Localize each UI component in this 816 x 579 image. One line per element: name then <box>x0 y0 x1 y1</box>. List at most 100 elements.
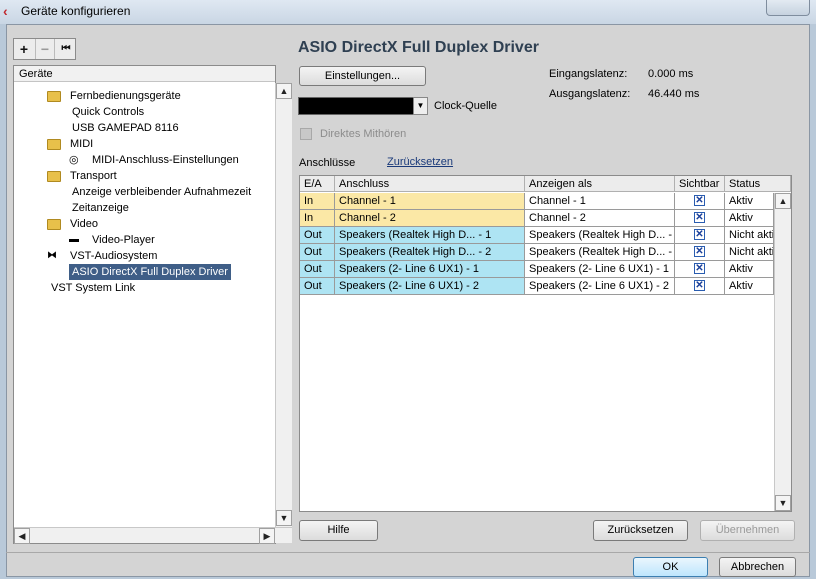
status-cell: Aktiv <box>725 278 774 295</box>
visible-checkbox[interactable]: ✕ <box>694 229 705 240</box>
port-cell: Speakers (2- Line 6 UX1) - 1 <box>335 261 525 278</box>
clock-source-select[interactable] <box>298 97 428 115</box>
port-cell: Speakers (2- Line 6 UX1) - 2 <box>335 278 525 295</box>
close-button[interactable] <box>766 0 810 16</box>
tree-item-label: Quick Controls <box>72 106 145 118</box>
visible-cell[interactable]: ✕ <box>675 278 725 295</box>
ok-button[interactable]: OK <box>633 557 708 577</box>
device-tree: Geräte Fernbedienungsgeräte Quick Control… <box>13 65 292 544</box>
tree-item-label: MIDI <box>70 138 94 150</box>
table-row[interactable]: Out Speakers (2- Line 6 UX1) - 2 Speakers … <box>300 278 774 295</box>
visible-cell[interactable]: ✕ <box>675 261 725 278</box>
tree-item-label: Transport <box>70 170 117 182</box>
folder-icon <box>47 171 61 182</box>
tree-item[interactable]: Fernbedienungsgeräte <box>14 88 275 104</box>
port-cell: Speakers (Realtek High D... - 1 <box>335 227 525 244</box>
io-cell: Out <box>300 261 335 278</box>
tree-item[interactable]: VST System Link <box>14 280 275 296</box>
tree-item-label: Zeitanzeige <box>72 202 129 214</box>
tree-item-label: Video-Player <box>92 234 155 246</box>
io-cell: Out <box>300 244 335 261</box>
column-header-status[interactable]: Status <box>725 176 791 192</box>
scroll-up-icon[interactable]: ▲ <box>276 83 292 99</box>
panel-title: ASIO DirectX Full Duplex Driver <box>298 39 539 56</box>
tree-item[interactable]: Zeitanzeige <box>14 200 275 216</box>
scroll-right-icon[interactable]: ▶ <box>259 528 275 544</box>
port-cell: Channel - 2 <box>335 210 525 227</box>
tree-item[interactable]: Quick Controls <box>14 104 275 120</box>
folder-icon <box>47 219 61 230</box>
show-as-cell[interactable]: Speakers (2- Line 6 UX1) - 2 <box>525 278 675 295</box>
column-header-visible[interactable]: Sichtbar <box>675 176 725 192</box>
tree-item[interactable]: USB GAMEPAD 8116 <box>14 120 275 136</box>
tree-horizontal-scrollbar[interactable]: ◀ ▶ <box>14 527 292 544</box>
scroll-down-icon[interactable]: ▼ <box>775 495 791 511</box>
tree-item[interactable]: Anzeige verbleibender Aufnahmezeit <box>14 184 275 200</box>
direct-monitoring-checkbox[interactable] <box>300 128 312 140</box>
midi-port-icon: ◎ <box>69 154 79 166</box>
show-as-cell[interactable]: Speakers (Realtek High D... - 2 <box>525 244 675 261</box>
port-cell: Speakers (Realtek High D... - 2 <box>335 244 525 261</box>
tree-header: Geräte <box>14 66 275 82</box>
visible-cell[interactable]: ✕ <box>675 227 725 244</box>
column-header-show-as[interactable]: Anzeigen als <box>525 176 675 192</box>
ports-table: E/A Anschluss Anzeigen als Sichtbar Stat… <box>299 175 792 512</box>
tree-item-label: VST-Audiosystem <box>70 250 158 262</box>
output-latency-value: 46.440 ms <box>648 88 700 100</box>
visible-cell[interactable]: ✕ <box>675 244 725 261</box>
scroll-down-icon[interactable]: ▼ <box>276 510 292 526</box>
app-logo-icon: ‹ <box>3 3 8 19</box>
status-cell: Aktiv <box>725 261 774 278</box>
clock-source-label: Clock-Quelle <box>434 100 497 112</box>
tree-item[interactable]: MIDI <box>14 136 275 152</box>
column-header-port[interactable]: Anschluss <box>335 176 525 192</box>
tree-item-label: Anzeige verbleibender Aufnahmezeit <box>72 186 252 198</box>
apply-button[interactable]: Übernehmen <box>700 520 795 541</box>
direct-monitoring-label: Direktes Mithören <box>320 128 407 140</box>
reset-button[interactable]: Zurücksetzen <box>593 520 688 541</box>
tree-item[interactable]: ASIO DirectX Full Duplex Driver <box>14 264 275 280</box>
table-row[interactable]: In Channel - 1 Channel - 1 ✕ Aktiv <box>300 193 774 210</box>
visible-checkbox[interactable]: ✕ <box>694 246 705 257</box>
column-header-io[interactable]: E/A <box>300 176 335 192</box>
scroll-up-icon[interactable]: ▲ <box>775 193 791 209</box>
video-icon: ▬ <box>69 234 79 245</box>
tree-item-label: ASIO DirectX Full Duplex Driver <box>69 264 231 280</box>
table-row[interactable]: Out Speakers (Realtek High D... - 1 Speake… <box>300 227 774 244</box>
table-row[interactable]: In Channel - 2 Channel - 2 ✕ Aktiv <box>300 210 774 227</box>
folder-icon <box>47 91 61 102</box>
table-row[interactable]: Out Speakers (Realtek High D... - 2 Speake… <box>300 244 774 261</box>
remove-device-button[interactable]: − <box>35 39 55 59</box>
tree-vertical-scrollbar[interactable]: ▲ ▼ <box>275 83 292 527</box>
visible-cell[interactable]: ✕ <box>675 193 725 210</box>
tree-item[interactable]: Transport <box>14 168 275 184</box>
cancel-button[interactable]: Abbrechen <box>719 557 796 577</box>
show-as-cell[interactable]: Speakers (2- Line 6 UX1) - 1 <box>525 261 675 278</box>
visible-checkbox[interactable]: ✕ <box>694 280 705 291</box>
show-as-cell[interactable]: Channel - 1 <box>525 193 675 210</box>
tree-item[interactable]: ⧓ VST-Audiosystem <box>14 248 275 264</box>
visible-checkbox[interactable]: ✕ <box>694 212 705 223</box>
ports-vertical-scrollbar[interactable]: ▲ ▼ <box>774 193 791 511</box>
tree-item[interactable]: ◎ MIDI-Anschluss-Einstellungen <box>14 152 275 168</box>
settings-button[interactable]: Einstellungen... <box>299 66 426 86</box>
show-as-cell[interactable]: Channel - 2 <box>525 210 675 227</box>
table-row[interactable]: Out Speakers (2- Line 6 UX1) - 1 Speakers … <box>300 261 774 278</box>
tree-item[interactable]: ▬ Video-Player <box>14 232 275 248</box>
reset-device-button[interactable]: ⏮ <box>56 39 76 59</box>
visible-cell[interactable]: ✕ <box>675 210 725 227</box>
chevron-down-icon[interactable]: ▼ <box>413 97 428 115</box>
tree-item-label: VST System Link <box>51 282 136 294</box>
show-as-cell[interactable]: Speakers (Realtek High D... - 1 <box>525 227 675 244</box>
add-device-button[interactable]: + <box>14 39 34 59</box>
visible-checkbox[interactable]: ✕ <box>694 195 705 206</box>
help-button[interactable]: Hilfe <box>299 520 378 541</box>
title-bar: ‹ Geräte konfigurieren <box>0 0 816 24</box>
scroll-left-icon[interactable]: ◀ <box>14 528 30 544</box>
reset-link[interactable]: Zurücksetzen <box>387 156 453 168</box>
io-cell: Out <box>300 278 335 295</box>
output-latency-label: Ausgangslatenz: <box>549 88 631 100</box>
tree-item[interactable]: Video <box>14 216 275 232</box>
folder-icon <box>47 139 61 150</box>
visible-checkbox[interactable]: ✕ <box>694 263 705 274</box>
